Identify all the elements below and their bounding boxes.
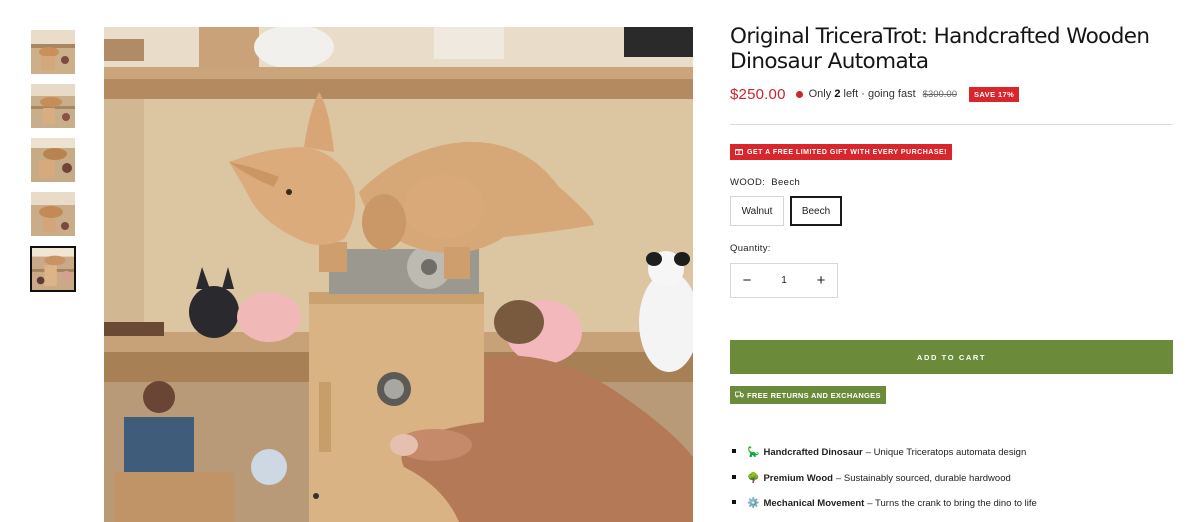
gift-banner-text: GET A FREE LIMITED GIFT WITH EVERY PURCH… (747, 148, 947, 156)
quantity-decrease-button[interactable]: − (731, 264, 763, 297)
product-main-image[interactable] (104, 27, 693, 522)
gear-icon: ⚙️ (747, 498, 760, 510)
quantity-stepper: − 1 + (730, 263, 838, 298)
quantity-increase-button[interactable]: + (805, 264, 837, 297)
product-info: Original TriceraTrot: Handcrafted Wooden… (730, 24, 1173, 509)
price-row: $250.00 Only 2 left · going fast $300.00… (730, 85, 1173, 103)
thumbnail-5[interactable] (30, 246, 76, 292)
returns-banner: FREE RETURNS AND EXCHANGES (730, 386, 886, 404)
add-to-cart-button[interactable]: ADD TO CART (730, 340, 1173, 374)
thumbnail-1[interactable] (31, 30, 75, 74)
thumbnail-3[interactable] (31, 138, 75, 182)
triceratops-automata-photo (104, 27, 693, 522)
thumbnail-2[interactable] (31, 84, 75, 128)
returns-banner-text: FREE RETURNS AND EXCHANGES (747, 390, 881, 400)
wood-option-beech[interactable]: Beech (790, 196, 842, 226)
wood-option-walnut[interactable]: Walnut (730, 196, 784, 226)
save-badge: SAVE 17% (969, 86, 1020, 102)
truck-icon (735, 391, 744, 400)
feature-list: 🦕 Handcrafted Dinosaur – Unique Tricerat… (730, 440, 1173, 517)
thumbnail-list (30, 30, 76, 302)
feature-item: ⚙️ Mechanical Movement – Turns the crank… (730, 491, 1173, 517)
wood-selected-value: Beech (771, 177, 801, 188)
feature-text: – Unique Triceratops automata design (865, 447, 1027, 459)
feature-title: Premium Wood (763, 472, 833, 484)
wood-label-text: WOOD: (730, 177, 766, 188)
dinosaur-icon: 🦕 (747, 447, 760, 459)
quantity-label: Quantity: (730, 243, 771, 254)
stock-status: Only 2 left · going fast (809, 88, 916, 100)
tree-icon: 🌳 (747, 472, 760, 484)
compare-price: $300.00 (922, 88, 957, 100)
wood-option-label: WOOD: Beech (730, 177, 800, 188)
stock-suffix: left · going fast (843, 88, 916, 100)
wood-options: Walnut Beech (730, 196, 848, 226)
feature-item: 🦕 Handcrafted Dinosaur – Unique Tricerat… (730, 440, 1173, 466)
feature-text: – Turns the crank to bring the dino to l… (867, 498, 1037, 510)
gift-icon (735, 147, 743, 157)
thumbnail-4[interactable] (31, 192, 75, 236)
product-title: Original TriceraTrot: Handcrafted Wooden… (730, 24, 1150, 74)
product-price: $250.00 (730, 85, 786, 103)
stock-count: 2 (834, 88, 841, 100)
feature-title: Mechanical Movement (763, 498, 865, 510)
gift-banner: GET A FREE LIMITED GIFT WITH EVERY PURCH… (730, 144, 952, 160)
feature-title: Handcrafted Dinosaur (763, 447, 863, 459)
feature-item: 🌳 Premium Wood – Sustainably sourced, du… (730, 466, 1173, 492)
stock-prefix: Only (808, 88, 832, 100)
stock-indicator-dot (795, 90, 803, 98)
feature-text: – Sustainably sourced, durable hardwood (835, 472, 1011, 484)
divider (730, 124, 1173, 125)
quantity-value[interactable]: 1 (781, 275, 787, 286)
